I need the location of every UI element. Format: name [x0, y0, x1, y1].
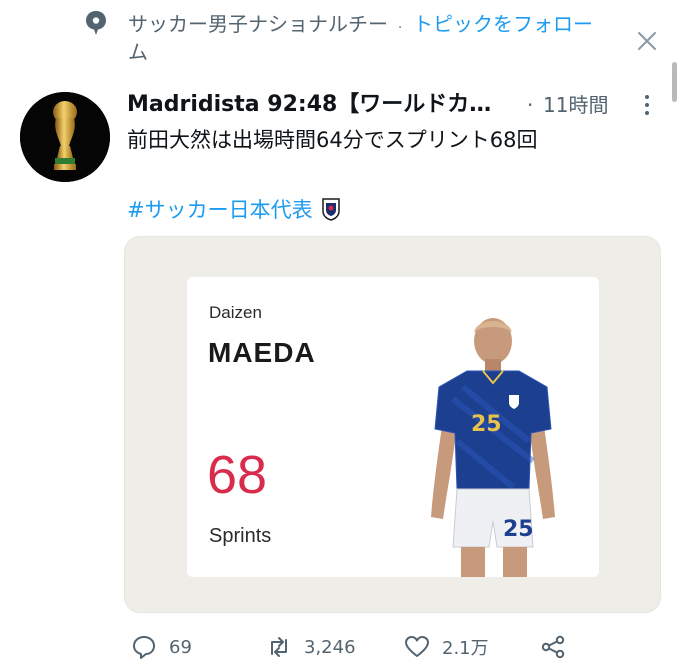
tweet-text: 前田大然は出場時間64分でスプリント68回: [127, 128, 538, 152]
more-options-icon[interactable]: [640, 93, 654, 117]
meta-separator: ·: [527, 93, 534, 117]
world-cup-trophy-avatar: [20, 92, 110, 182]
author-name[interactable]: Madridista 92:48【ワールドカ…: [127, 89, 491, 121]
reply-icon: [133, 636, 155, 659]
retweet-count: 3,246: [304, 636, 356, 658]
share-icon: [541, 635, 565, 659]
scrollbar[interactable]: [672, 62, 677, 102]
player-first-name: Daizen: [209, 303, 262, 322]
heart-icon: [405, 636, 429, 657]
jersey-number-front: 25: [471, 412, 502, 437]
japan-emblem-icon: [321, 198, 340, 221]
topic-row: サッカー男子ナショナルチーム · トピックをフォロー: [0, 0, 680, 82]
stat-card: Daizen MAEDA 68 Sprints 25 25: [187, 277, 599, 577]
avatar[interactable]: [20, 92, 110, 182]
reply-count: 69: [169, 636, 192, 658]
topic-bubble-icon: [86, 11, 106, 35]
hashtag-line: #サッカー日本代表: [127, 194, 341, 226]
jersey-number-shorts: 25: [503, 517, 534, 542]
topic-separator: ·: [398, 21, 403, 36]
share-button[interactable]: [540, 632, 566, 662]
reply-button[interactable]: 69: [131, 632, 192, 662]
player-photo: 25 25: [431, 318, 555, 577]
tweet-header: Madridista 92:48【ワールドカ… · 11時間: [127, 89, 657, 123]
retweet-button[interactable]: 3,246: [266, 632, 356, 662]
stat-label: Sprints: [209, 525, 272, 547]
follow-topic-button[interactable]: トピックをフォロー: [413, 10, 593, 38]
stat-value: 68: [207, 445, 268, 505]
tweet-actions: 69 3,246 2.1万: [0, 626, 680, 670]
like-button[interactable]: 2.1万: [404, 632, 489, 662]
topic-name[interactable]: サッカー男子ナショナルチーム: [128, 10, 398, 66]
close-icon[interactable]: [634, 28, 660, 54]
hashtag-link[interactable]: #サッカー日本代表: [127, 198, 313, 222]
like-count: 2.1万: [442, 638, 489, 659]
retweet-icon: [271, 637, 287, 657]
media-card[interactable]: Daizen MAEDA 68 Sprints 25 25: [124, 236, 661, 613]
player-last-name: MAEDA: [208, 337, 316, 368]
tweet-timestamp[interactable]: 11時間: [543, 89, 608, 121]
